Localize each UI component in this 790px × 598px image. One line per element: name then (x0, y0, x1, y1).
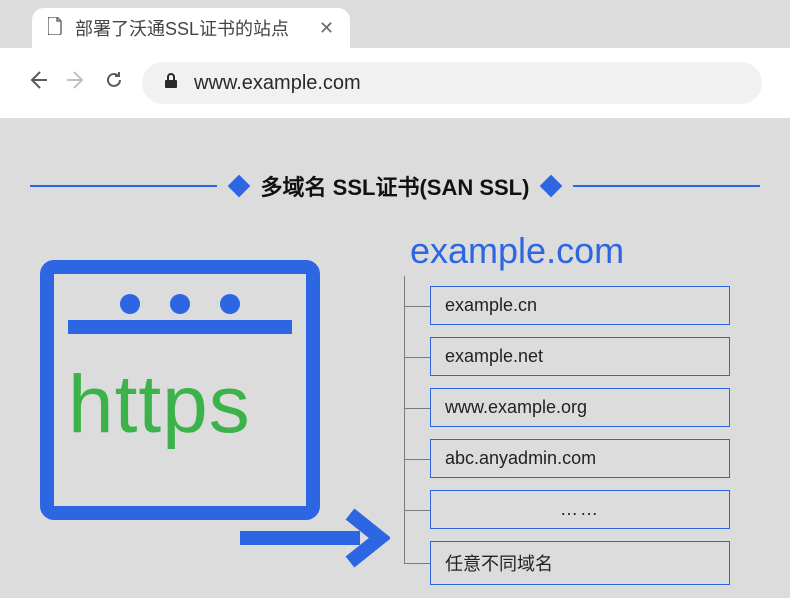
window-titlebar (68, 288, 292, 334)
tree-branch-line (404, 408, 430, 409)
https-label: https (68, 358, 251, 452)
toolbar: www.example.com (0, 48, 790, 118)
url-text: www.example.com (194, 72, 361, 95)
diamond-icon (540, 175, 563, 198)
rule-left (30, 185, 217, 187)
document-icon (48, 17, 63, 40)
domain-box: www.example.org (430, 388, 730, 427)
diagram: https example.com example.cn example.net… (30, 230, 760, 588)
diamond-icon (227, 175, 250, 198)
section-title: 多域名 SSL证书(SAN SSL) (261, 170, 530, 202)
window-dot-icon (170, 294, 190, 314)
domain-box: 任意不同域名 (430, 541, 730, 585)
tree-vertical-line (404, 276, 405, 563)
tree-branch-line (404, 459, 430, 460)
tab-strip: 部署了沃通SSL证书的站点 ✕ (0, 0, 790, 48)
lock-icon (164, 72, 178, 95)
browser-chrome: 部署了沃通SSL证书的站点 ✕ www.example.com (0, 0, 790, 118)
list-item: example.net (430, 337, 750, 376)
domain-tree: example.com example.cn example.net www.e… (390, 230, 750, 597)
list-item: example.cn (430, 286, 750, 325)
domain-box: abc.anyadmin.com (430, 439, 730, 478)
list-item: abc.anyadmin.com (430, 439, 750, 478)
window-dot-icon (220, 294, 240, 314)
tree-branch-line (404, 306, 430, 307)
section-title-row: 多域名 SSL证书(SAN SSL) (30, 170, 760, 202)
close-icon[interactable]: ✕ (319, 18, 334, 39)
domain-box: example.net (430, 337, 730, 376)
domain-box: example.cn (430, 286, 730, 325)
tree-branch-line (404, 357, 430, 358)
domain-box-ellipsis: …… (430, 490, 730, 529)
child-domains: example.cn example.net www.example.org a… (390, 286, 750, 585)
back-button[interactable] (28, 70, 48, 96)
root-domain: example.com (410, 230, 750, 272)
tab-title: 部署了沃通SSL证书的站点 (75, 15, 289, 41)
https-window-glyph: https (40, 260, 350, 530)
browser-tab[interactable]: 部署了沃通SSL证书的站点 ✕ (32, 8, 350, 48)
arrow-right-icon (240, 508, 390, 573)
list-item: …… (430, 490, 750, 529)
rule-right (573, 185, 760, 187)
list-item: www.example.org (430, 388, 750, 427)
reload-button[interactable] (104, 70, 124, 96)
address-bar[interactable]: www.example.com (142, 62, 762, 104)
list-item: 任意不同域名 (430, 541, 750, 585)
tree-branch-line (404, 563, 430, 564)
tree-branch-line (404, 510, 430, 511)
window-dot-icon (120, 294, 140, 314)
forward-button[interactable] (66, 70, 86, 96)
